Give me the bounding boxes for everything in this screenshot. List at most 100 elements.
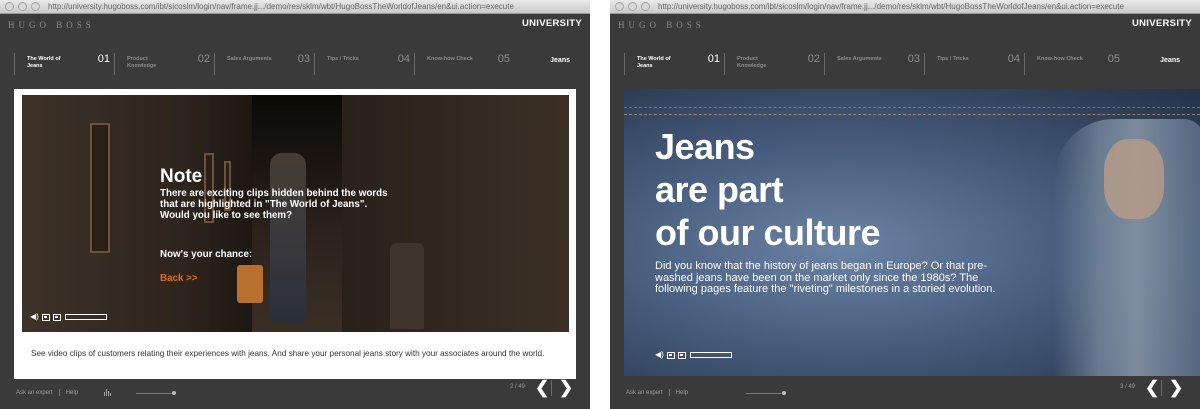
nav-item-label: Product Knowledge [737, 56, 767, 69]
nav-item-label: Know-how Check [1037, 56, 1083, 62]
nav-item-world-of-jeans[interactable]: The World of Jeans 01 [14, 53, 114, 75]
speaker-icon[interactable]: ◀) [30, 313, 39, 321]
model-figure [270, 153, 306, 323]
browser-window-left: http://university.hugoboss.com/ibt/sicos… [0, 0, 590, 409]
nav-item-label: Tips / Tricks [937, 56, 969, 62]
stop-button[interactable] [677, 351, 686, 359]
denim-seam [624, 107, 1200, 108]
university-label: UNIVERSITY [521, 18, 582, 29]
browser-window-right: http://university.hugoboss.com/ibt/sicos… [610, 0, 1200, 409]
title-bar: http://university.hugoboss.com/ibt/sicos… [0, 0, 590, 14]
media-player: ◀) [30, 313, 107, 321]
window-controls [615, 2, 650, 11]
minimize-window-button[interactable] [628, 2, 637, 11]
footer-bar: Ask an expert Help [626, 389, 688, 396]
nav-item-label: Know-how Check [427, 56, 473, 62]
volume-slider[interactable] [746, 391, 786, 395]
progress-bar[interactable] [689, 352, 732, 358]
close-window-button[interactable] [615, 2, 624, 11]
help-link[interactable]: Help [66, 390, 78, 396]
play-button[interactable] [666, 351, 675, 359]
nav-item-number: 04 [1007, 53, 1020, 65]
nav-item-product-knowledge[interactable]: Product Knowledge 02 [114, 53, 214, 75]
nav-item-number: 05 [497, 53, 510, 65]
stop-button[interactable] [52, 313, 61, 321]
nav-item-sales-arguments[interactable]: Sales Arguments 03 [214, 53, 314, 75]
nav-item-number: 05 [1107, 53, 1120, 65]
section-title: Jeans [1160, 57, 1180, 64]
prev-page-button[interactable]: ❮ [535, 379, 549, 396]
divider [1161, 380, 1162, 396]
nav-item-product-knowledge[interactable]: Product Knowledge 02 [724, 53, 824, 75]
nav-item-label: Tips / Tricks [327, 56, 359, 62]
nav-item-label: Sales Arguments [837, 56, 882, 62]
caption-text: See video clips of customers relating th… [31, 349, 545, 358]
back-link[interactable]: Back >> [160, 273, 198, 284]
headline-line: Jeans [655, 126, 755, 167]
nav-item-label: Product Knowledge [127, 56, 157, 69]
volume-slider[interactable] [136, 391, 176, 395]
url-text[interactable]: http://university.hugoboss.com/ibt/sicos… [48, 2, 514, 11]
headline-line: of our culture [655, 212, 881, 253]
nav-item-number: 03 [297, 53, 310, 65]
progress-bar[interactable] [64, 314, 107, 320]
url-text[interactable]: http://university.hugoboss.com/ibt/sicos… [658, 2, 1124, 11]
play-button[interactable] [41, 313, 50, 321]
brand-logo: HUGO BOSS [8, 20, 95, 30]
section-title: Jeans [550, 57, 570, 64]
nav-item-label: Sales Arguments [227, 56, 272, 62]
nav-item-number: 01 [97, 53, 110, 65]
model-face [1104, 139, 1164, 219]
nav-item-number: 03 [907, 53, 920, 65]
chapter-nav: The World of Jeans 01 Product Knowledge … [14, 53, 570, 75]
content-panel: Note There are exciting clips hidden beh… [14, 89, 576, 379]
divider [668, 389, 670, 396]
close-window-button[interactable] [5, 2, 14, 11]
headline: Jeans are part of our culture [655, 125, 915, 254]
nav-item-number: 01 [707, 53, 720, 65]
nav-item-know-how-check[interactable]: Know-how Check 05 [1024, 53, 1124, 75]
nav-item-number: 04 [397, 53, 410, 65]
title-bar: http://university.hugoboss.com/ibt/sicos… [610, 0, 1200, 14]
window-controls [5, 2, 40, 11]
page-number: 2 / 49 [510, 384, 526, 390]
brand-logo: HUGO BOSS [618, 20, 705, 30]
zoom-window-button[interactable] [641, 2, 650, 11]
door-shape [90, 123, 110, 253]
speaker-icon[interactable]: ◀) [655, 351, 664, 359]
nav-item-number: 02 [197, 53, 210, 65]
note-text: There are exciting clips hidden behind t… [160, 188, 388, 221]
nav-item-know-how-check[interactable]: Know-how Check 05 [414, 53, 514, 75]
prev-page-button[interactable]: ❮ [1145, 379, 1159, 396]
divider [58, 389, 60, 396]
nav-item-sales-arguments[interactable]: Sales Arguments 03 [824, 53, 924, 75]
ask-expert-link[interactable]: Ask an expert [16, 390, 53, 396]
nav-item-tips-tricks[interactable]: Tips / Tricks 04 [924, 53, 1024, 75]
body-text: Did you know that the history of jeans b… [655, 260, 996, 295]
next-page-button[interactable]: ❯ [559, 379, 573, 396]
page-number: 3 / 49 [1120, 384, 1136, 390]
zoom-window-button[interactable] [31, 2, 40, 11]
nav-item-label: The World of Jeans [637, 56, 671, 69]
bag-shape [237, 265, 263, 303]
university-label: UNIVERSITY [1131, 18, 1192, 29]
denim-scene-image: Jeans are part of our culture Did you kn… [624, 89, 1200, 376]
nav-item-world-of-jeans[interactable]: The World of Jeans 01 [624, 53, 724, 75]
divider [551, 380, 552, 396]
nav-item-number: 02 [807, 53, 820, 65]
nav-item-label: The World of Jeans [27, 56, 61, 69]
video-scene-image: Note There are exciting clips hidden beh… [22, 95, 569, 332]
ask-expert-link[interactable]: Ask an expert [626, 390, 663, 396]
minimize-window-button[interactable] [18, 2, 27, 11]
help-link[interactable]: Help [676, 390, 688, 396]
note-title: Note [160, 166, 203, 187]
nav-item-tips-tricks[interactable]: Tips / Tricks 04 [314, 53, 414, 75]
next-page-button[interactable]: ❯ [1169, 379, 1183, 396]
note-chance-text: Now's your chance: [160, 249, 253, 260]
headline-line: are part [655, 169, 784, 210]
chair-shape [390, 243, 424, 329]
denim-seam [624, 101, 1200, 115]
media-player: ◀) [655, 351, 732, 359]
chapter-nav: The World of Jeans 01 Product Knowledge … [624, 53, 1180, 75]
audio-level-icon[interactable] [104, 389, 112, 396]
